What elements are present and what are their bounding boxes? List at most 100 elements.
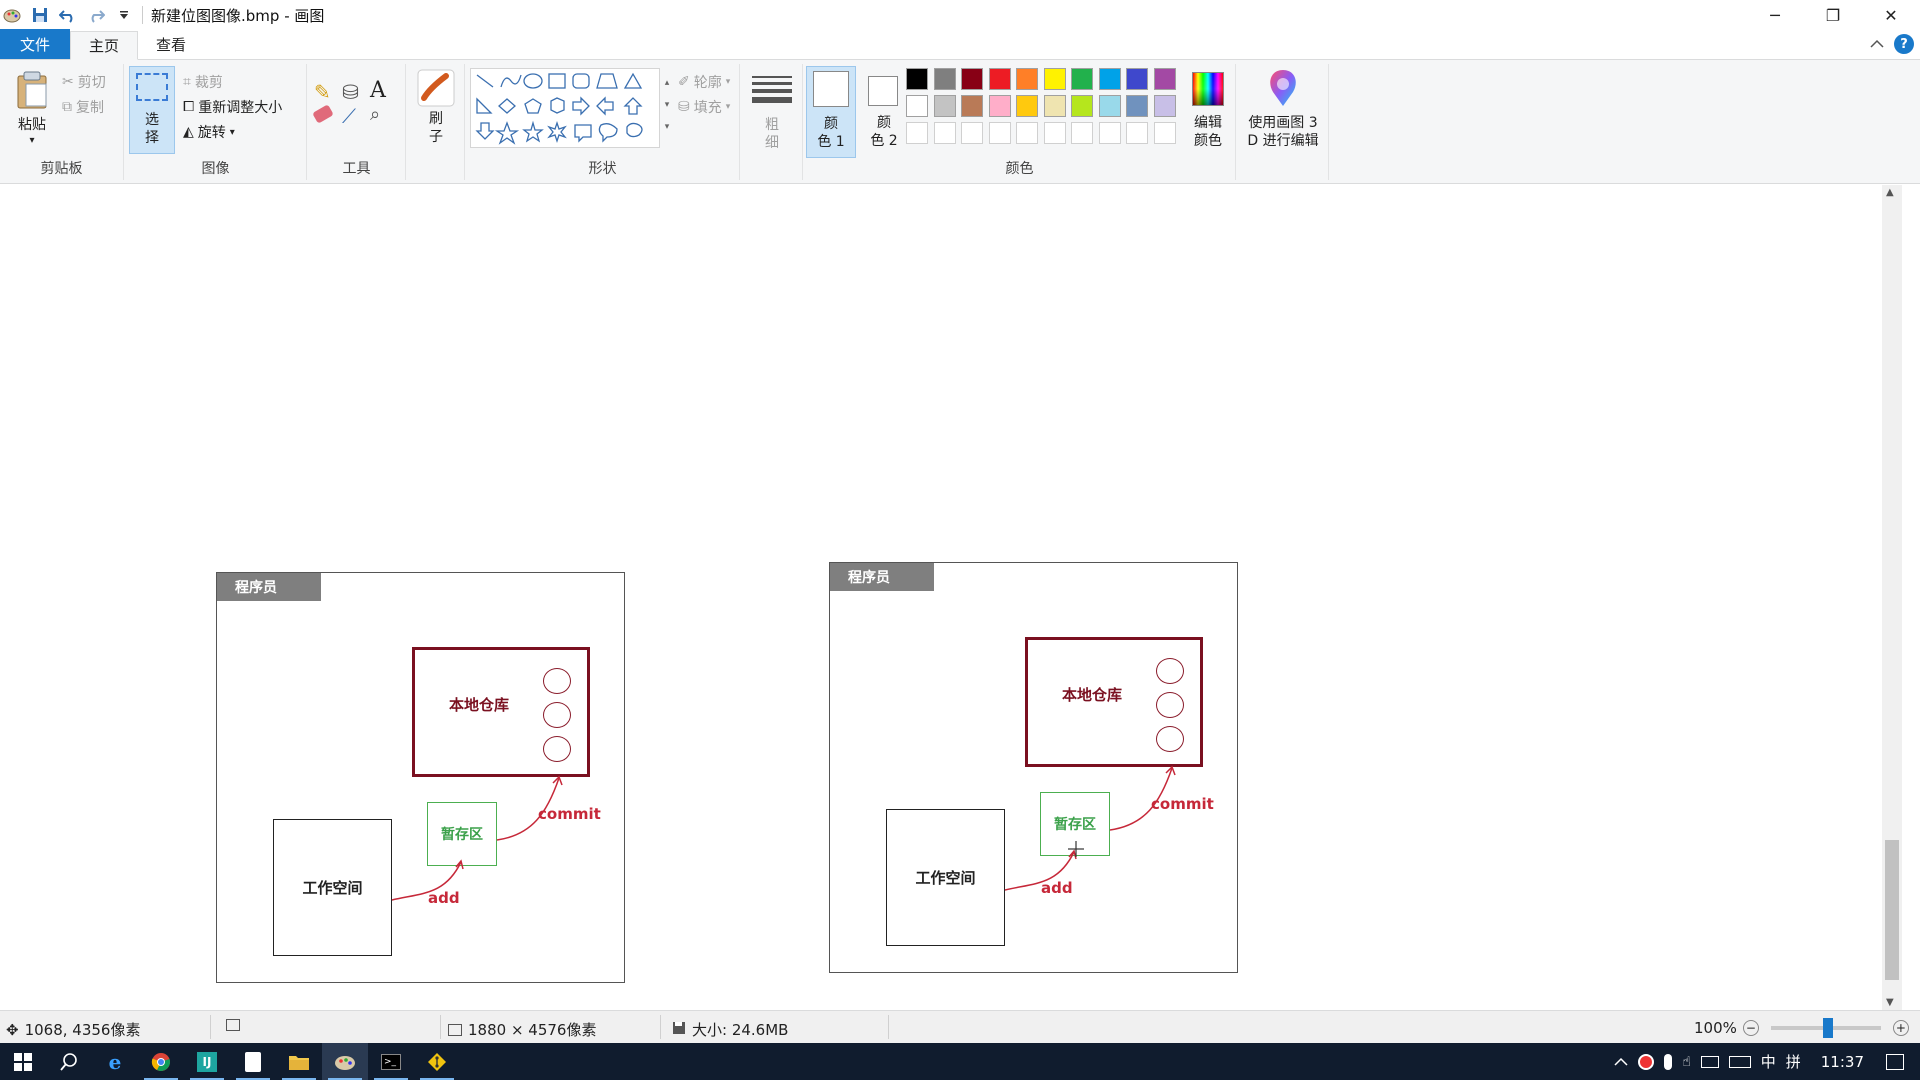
cut-button[interactable]: ✂ 剪切	[62, 72, 106, 92]
size-button[interactable]: 粗 细	[747, 68, 797, 158]
edit-colors-button[interactable]: 编辑 颜色	[1182, 66, 1234, 158]
palette-color-swatch[interactable]	[1071, 68, 1093, 90]
scroll-down-icon[interactable]: ▼	[1886, 997, 1894, 1008]
keyboard-icon[interactable]	[1728, 1055, 1751, 1068]
magnifier-icon[interactable]: ⌕	[370, 104, 380, 125]
palette-color-swatch[interactable]	[1016, 95, 1038, 117]
network-icon[interactable]	[1700, 1055, 1719, 1068]
palette-color-swatch[interactable]	[933, 95, 956, 117]
scrollbar-thumb[interactable]	[1885, 840, 1899, 980]
palette-color-swatch[interactable]	[1071, 95, 1093, 117]
ime-mode[interactable]: 中	[1761, 1051, 1776, 1072]
fill-bucket-icon[interactable]: ⛁	[342, 80, 359, 104]
custom-color-slot[interactable]	[906, 122, 928, 144]
palette-color-swatch[interactable]	[906, 68, 928, 90]
taskbar-git[interactable]	[414, 1043, 460, 1080]
palette-color-swatch[interactable]	[1153, 95, 1176, 117]
palette-color-swatch[interactable]	[1043, 68, 1066, 90]
redo-icon[interactable]	[86, 5, 106, 25]
taskbar-paint[interactable]	[322, 1043, 368, 1080]
taskbar-edge[interactable]: e	[92, 1043, 138, 1080]
crop-button[interactable]: ⌗ 裁剪	[183, 72, 223, 92]
collapse-ribbon-icon[interactable]	[1870, 35, 1884, 53]
text-icon[interactable]: A	[370, 78, 386, 103]
palette-color-swatch[interactable]	[1098, 95, 1121, 117]
close-button[interactable]: ✕	[1862, 0, 1920, 30]
clipboard-group-label: 剪贴板	[40, 161, 83, 177]
palette-color-swatch[interactable]	[1016, 68, 1038, 90]
color-picker-icon[interactable]: ⟋	[342, 104, 356, 128]
palette-color-swatch[interactable]	[1126, 68, 1148, 90]
paste-dropdown-icon[interactable]: ▾	[10, 132, 54, 150]
zoom-slider-thumb[interactable]	[1822, 1018, 1833, 1038]
taskbar-file-explorer[interactable]	[276, 1043, 322, 1080]
palette-color-swatch[interactable]	[933, 68, 956, 90]
custom-color-slot[interactable]	[933, 122, 956, 144]
brushes-button[interactable]: 刷 子	[411, 66, 461, 156]
custom-color-slot[interactable]	[1098, 122, 1121, 144]
palette-color-swatch[interactable]	[1126, 95, 1148, 117]
canvas-area[interactable]: 程序员 本地仓库 暂存区 工作空间 add commit 程序员 本地仓库 暂存…	[0, 185, 1882, 1010]
taskbar-chrome[interactable]	[138, 1043, 184, 1080]
resize-button[interactable]: ⧠ 重新调整大小	[183, 97, 282, 117]
custom-color-slot[interactable]	[988, 122, 1011, 144]
rotate-button[interactable]: ◭ 旋转 ▾	[183, 122, 235, 142]
minimize-button[interactable]: ─	[1746, 0, 1804, 30]
vertical-scrollbar[interactable]: ▲ ▼	[1882, 185, 1902, 1010]
tab-home[interactable]: 主页	[70, 31, 139, 60]
palette-color-swatch[interactable]	[961, 95, 983, 117]
pencil-icon[interactable]: ✎	[314, 80, 331, 104]
palette-color-swatch[interactable]	[1043, 95, 1066, 117]
taskbar-terminal[interactable]: >_	[368, 1043, 414, 1080]
clock-time[interactable]: 11:37	[1821, 1053, 1864, 1071]
paste-button[interactable]: 粘贴 ▾	[10, 68, 54, 148]
color2-button[interactable]: 颜 色 2	[860, 66, 908, 158]
scroll-up-icon[interactable]: ▲	[1886, 187, 1894, 198]
palette-color-swatch[interactable]	[1153, 68, 1176, 90]
customize-toolbar-icon[interactable]	[114, 5, 134, 25]
palette-color-swatch[interactable]	[906, 95, 928, 117]
paint3d-button[interactable]: 使用画图 3 D 进行编辑	[1239, 66, 1327, 158]
resize-label: 重新调整大小	[198, 100, 283, 116]
select-button[interactable]: 选 择	[129, 66, 175, 154]
eraser-icon[interactable]	[312, 104, 334, 124]
search-button[interactable]	[46, 1043, 92, 1080]
record-icon[interactable]	[1638, 1053, 1655, 1070]
tab-view[interactable]: 查看	[138, 30, 204, 59]
custom-color-slot[interactable]	[961, 122, 983, 144]
taskbar-notes[interactable]	[230, 1043, 276, 1080]
shapes-group-label: 形状	[588, 161, 617, 177]
custom-color-slot[interactable]	[1126, 122, 1148, 144]
show-hidden-icons[interactable]	[1614, 1053, 1628, 1071]
shapes-scroll[interactable]: ▴ ▾ ▾	[662, 72, 672, 142]
palette-color-swatch[interactable]	[988, 68, 1011, 90]
palette-color-swatch[interactable]	[1098, 68, 1121, 90]
zoom-in-icon[interactable]: +	[1892, 1020, 1909, 1036]
restore-button[interactable]: ❐	[1804, 0, 1862, 30]
start-button[interactable]	[0, 1043, 46, 1080]
copy-button[interactable]: ⧉ 复制	[62, 97, 104, 117]
custom-color-slot[interactable]	[1043, 122, 1066, 144]
outline-button[interactable]: ✐ 轮廓 ▾	[678, 72, 730, 92]
save-icon[interactable]	[30, 5, 50, 25]
custom-color-slot[interactable]	[1016, 122, 1038, 144]
ime-layout[interactable]: 拼	[1786, 1051, 1801, 1072]
taskbar-intellij[interactable]: IJ	[184, 1043, 230, 1080]
palette-color-swatch[interactable]	[988, 95, 1011, 117]
folder-icon	[289, 1055, 309, 1070]
custom-color-slot[interactable]	[1153, 122, 1176, 144]
palette-color-swatch[interactable]	[961, 68, 983, 90]
notifications-icon[interactable]	[1886, 1053, 1904, 1070]
touch-icon[interactable]: ☝	[1682, 1054, 1691, 1070]
zoom-slider[interactable]	[1770, 1018, 1881, 1038]
zoom-out-icon[interactable]: −	[1742, 1020, 1759, 1036]
undo-icon[interactable]	[58, 5, 78, 25]
color1-button[interactable]: 颜 色 1	[806, 66, 856, 158]
tab-file[interactable]: 文件	[0, 29, 70, 59]
help-icon[interactable]: ?	[1894, 34, 1914, 54]
microphone-icon[interactable]	[1664, 1053, 1673, 1070]
fill-button[interactable]: ⛁ 填充 ▾	[678, 97, 730, 117]
custom-color-slot[interactable]	[1071, 122, 1093, 144]
shapes-gallery[interactable]	[470, 68, 660, 148]
paint-app-icon[interactable]	[2, 5, 22, 25]
